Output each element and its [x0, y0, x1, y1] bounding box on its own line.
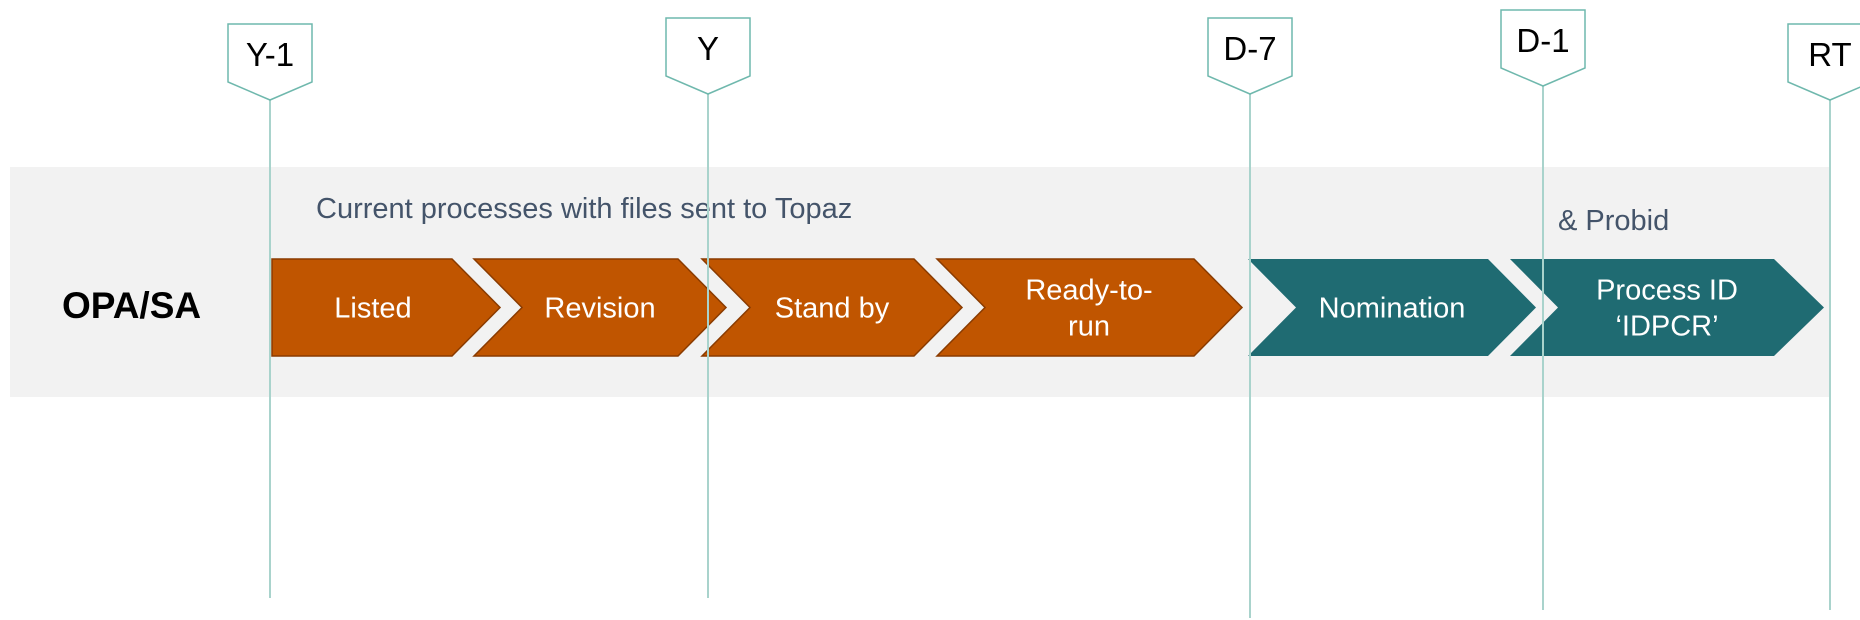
- step-process-id-label: ‘IDPCR’: [1615, 311, 1718, 343]
- band-caption-probid: & Probid: [1558, 205, 1669, 237]
- step-ready-to-run-label: Ready-to-: [1025, 275, 1152, 307]
- step-listed-label: Listed: [334, 293, 411, 325]
- step-listed: Listed: [271, 258, 502, 357]
- step-process-id-label: Process ID: [1596, 275, 1738, 307]
- band-caption: Current processes with files sent to Top…: [316, 193, 852, 225]
- marker-y-minus-1-label: Y-1: [246, 36, 294, 73]
- marker-rt-label: RT: [1808, 36, 1851, 73]
- row-label: OPA/SA: [62, 285, 201, 326]
- step-revision-label: Revision: [544, 293, 655, 325]
- timeline-diagram: Current processes with files sent to Top…: [10, 9, 1860, 618]
- step-stand-by-label: Stand by: [775, 293, 890, 325]
- marker-d-minus-7-label: D-7: [1223, 30, 1276, 67]
- step-nomination-label: Nomination: [1319, 293, 1466, 325]
- marker-d-minus-1-label: D-1: [1516, 22, 1569, 59]
- marker-y-label: Y: [697, 30, 719, 67]
- step-ready-to-run-label: run: [1068, 311, 1110, 343]
